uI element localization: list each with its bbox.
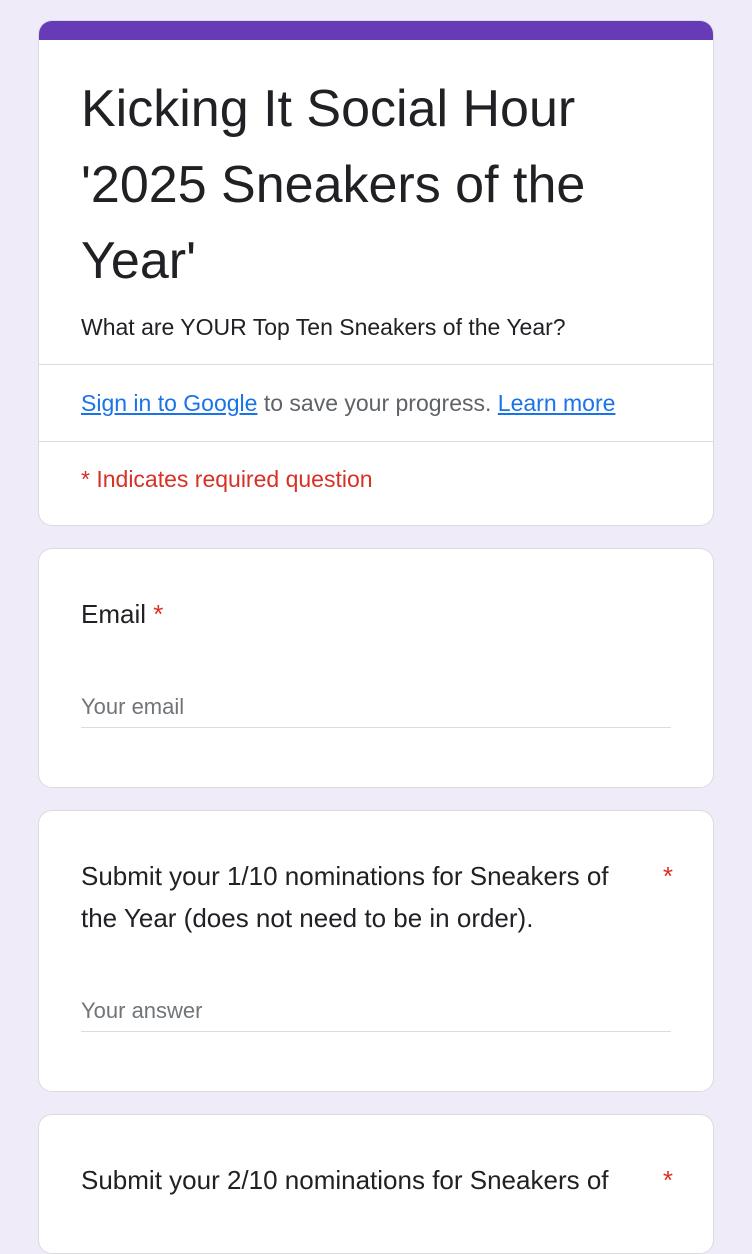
- header-divider: [39, 364, 713, 365]
- required-asterisk: *: [662, 861, 673, 891]
- signin-link[interactable]: Sign in to Google: [81, 390, 257, 416]
- signin-divider: [39, 441, 713, 442]
- form-header-card: Kicking It Social Hour '2025 Sneakers of…: [38, 20, 714, 526]
- question-card-nomination-1: Submit your 1/10 nominations for Sneaker…: [38, 810, 714, 1092]
- signin-row: Sign in to Google to save your progress.…: [81, 387, 615, 419]
- form-title: Kicking It Social Hour '2025 Sneakers of…: [81, 80, 586, 290]
- question-card-nomination-2: Submit your 2/10 nominations for Sneaker…: [38, 1114, 714, 1254]
- question-title-text: Email: [81, 599, 147, 629]
- email-field[interactable]: [81, 687, 671, 728]
- form-accent-bar: [39, 21, 713, 40]
- required-note: * Indicates required question: [81, 466, 373, 492]
- question-title: Submit your 1/10 nominations for Sneaker…: [81, 861, 609, 933]
- form-description: What are YOUR Top Ten Sneakers of the Ye…: [81, 314, 566, 340]
- question-title: Submit your 2/10 nominations for Sneaker…: [81, 1165, 609, 1195]
- learn-more-link[interactable]: Learn more: [498, 390, 616, 416]
- nomination-1-input[interactable]: [81, 991, 671, 1032]
- signin-text: to save your progress.: [257, 390, 498, 416]
- question-title: Email *: [81, 593, 163, 635]
- required-asterisk: *: [662, 1165, 673, 1195]
- required-asterisk: *: [153, 599, 164, 629]
- question-card-email: Email *: [38, 548, 714, 788]
